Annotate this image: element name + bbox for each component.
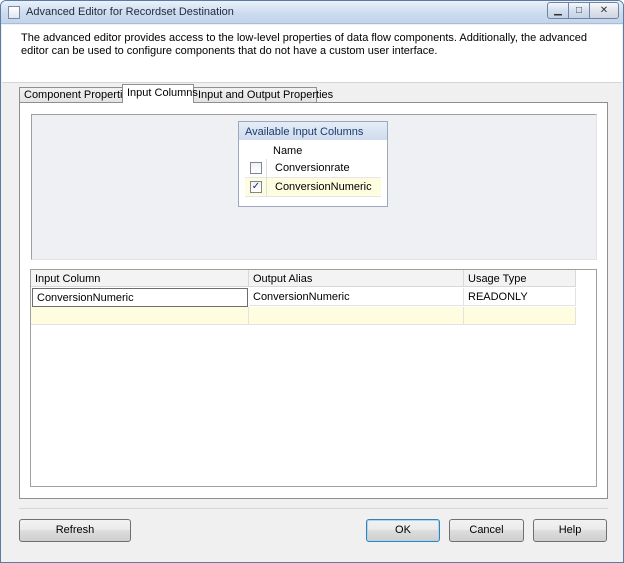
title-bar[interactable]: Advanced Editor for Recordset Destinatio… xyxy=(1,1,623,24)
input-column-cell[interactable]: ConversionNumeric xyxy=(32,288,248,307)
refresh-button[interactable]: Refresh xyxy=(19,519,131,542)
output-alias-cell[interactable]: ConversionNumeric xyxy=(249,288,464,306)
new-row-usage-cell[interactable] xyxy=(464,307,576,325)
available-input-columns-title: Available Input Columns xyxy=(239,122,387,140)
new-row-input-cell[interactable] xyxy=(31,307,249,325)
close-button[interactable]: ✕ xyxy=(589,2,619,19)
column-name: Conversionrate xyxy=(275,162,350,174)
help-button[interactable]: Help xyxy=(533,519,607,542)
checkbox-cell: ✓ xyxy=(245,178,267,197)
list-item[interactable]: ✓ ConversionNumeric xyxy=(245,178,381,197)
column-checkbox-conversionrate[interactable] xyxy=(250,162,262,174)
dialog-window: Advanced Editor for Recordset Destinatio… xyxy=(0,0,624,563)
tab-component-properties[interactable]: Component Properties xyxy=(19,87,134,102)
usage-type-header[interactable]: Usage Type xyxy=(464,270,576,287)
ok-button[interactable]: OK xyxy=(366,519,440,542)
column-name: ConversionNumeric xyxy=(275,181,372,193)
description-text: The advanced editor provides access to t… xyxy=(21,32,588,57)
list-item[interactable]: Conversionrate xyxy=(245,159,381,178)
window-title: Advanced Editor for Recordset Destinatio… xyxy=(26,6,234,18)
tab-input-output-properties[interactable]: Input and Output Properties xyxy=(193,87,333,102)
column-checkbox-conversionnumeric[interactable]: ✓ xyxy=(250,181,262,193)
new-row-alias-cell[interactable] xyxy=(249,307,464,325)
usage-type-cell[interactable]: READONLY xyxy=(464,288,576,306)
name-column-header: Name xyxy=(273,145,303,157)
description-panel: The advanced editor provides access to t… xyxy=(2,25,622,83)
divider xyxy=(19,508,608,509)
window-icon xyxy=(8,6,20,19)
cancel-button[interactable]: Cancel xyxy=(449,519,524,542)
maximize-button[interactable]: □ xyxy=(568,2,590,19)
column-mapping-grid[interactable]: Input Column Output Alias Usage Type Con… xyxy=(30,269,597,487)
minimize-button[interactable]: ▁ xyxy=(547,2,569,19)
available-input-columns-box[interactable]: Available Input Columns Name Conversionr… xyxy=(238,121,388,207)
input-column-header[interactable]: Input Column xyxy=(31,270,249,287)
output-alias-header[interactable]: Output Alias xyxy=(249,270,464,287)
checkbox-cell xyxy=(245,159,267,178)
tab-input-columns[interactable]: Input Columns xyxy=(122,84,198,103)
